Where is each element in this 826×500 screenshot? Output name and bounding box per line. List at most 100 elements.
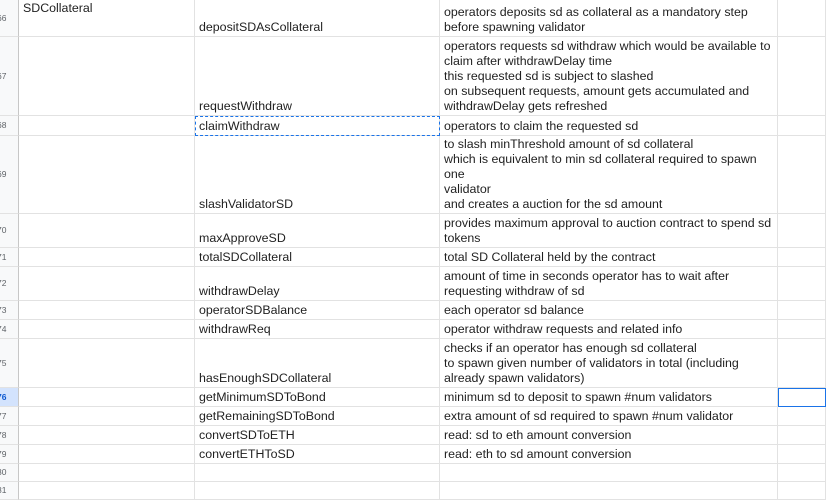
sheet-row: 66 SDCollateral depositSDAsCollateral opera… <box>0 0 826 37</box>
cell-col-b-text: maxApproveSD <box>199 231 286 245</box>
row-header[interactable]: 79 <box>0 445 19 464</box>
cell-col-a[interactable] <box>19 464 195 482</box>
row-header-text: 73 <box>0 304 7 315</box>
cell-col-d[interactable] <box>778 482 826 500</box>
cell-col-b-text: depositSDAsCollateral <box>199 20 323 34</box>
cell-col-c[interactable]: operators deposits sd as collateral as a… <box>440 0 778 37</box>
cell-col-c[interactable]: callable only by respective validatorWit… <box>440 136 778 214</box>
row-header[interactable]: 80 <box>0 464 19 482</box>
cell-col-c-text: amount of time in seconds operator has t… <box>444 269 730 298</box>
cell-col-c[interactable] <box>440 482 778 500</box>
cell-col-a[interactable] <box>19 320 195 339</box>
sheet-row: 70 maxApproveSD provides maximum approval … <box>0 214 826 248</box>
cell-col-d[interactable] <box>778 407 826 426</box>
sheet-row: 69 slashValidatorSD callable only by respe… <box>0 136 826 214</box>
cell-col-b[interactable]: getRemainingSDToBond <box>195 407 440 426</box>
cell-col-d[interactable] <box>778 320 826 339</box>
cell-col-b[interactable]: maxApproveSD <box>195 214 440 248</box>
row-header[interactable]: 72 <box>0 267 19 301</box>
cell-col-b[interactable]: convertSDToETH <box>195 426 440 445</box>
row-header[interactable]: 75 <box>0 339 19 388</box>
cell-col-c[interactable]: operators requests sd withdraw which wou… <box>440 37 778 116</box>
row-header[interactable]: 81 <box>0 482 19 500</box>
cell-col-c[interactable]: total SD Collateral held by the contract <box>440 248 778 267</box>
cell-col-a[interactable] <box>19 116 195 136</box>
cell-col-b-text: slashValidatorSD <box>199 197 294 211</box>
sheet-row: 68 claimWithdraw operators to claim the re… <box>0 116 826 136</box>
row-header[interactable]: 67 <box>0 37 19 116</box>
cell-col-c[interactable]: read: eth to sd amount conversion <box>440 445 778 464</box>
cell-col-c[interactable]: extra amount of sd required to spawn #nu… <box>440 407 778 426</box>
cell-col-c[interactable] <box>440 464 778 482</box>
cell-col-b-text: getRemainingSDToBond <box>199 409 335 423</box>
cell-col-a[interactable] <box>19 482 195 500</box>
cell-col-d[interactable] <box>778 426 826 445</box>
cell-col-d[interactable] <box>778 248 826 267</box>
cell-col-a[interactable] <box>19 301 195 320</box>
cell-col-d[interactable] <box>778 339 826 388</box>
cell-col-a[interactable] <box>19 267 195 301</box>
cell-col-b[interactable]: operatorSDBalance <box>195 301 440 320</box>
cell-col-b[interactable]: hasEnoughSDCollateral <box>195 339 440 388</box>
cell-col-a[interactable] <box>19 445 195 464</box>
cell-col-d[interactable] <box>778 464 826 482</box>
cell-col-d[interactable] <box>778 301 826 320</box>
row-header[interactable]: 66 <box>0 0 19 37</box>
cell-col-d[interactable] <box>778 388 826 407</box>
cell-col-c[interactable]: amount of time in seconds operator has t… <box>440 267 778 301</box>
cell-col-c-text: operators to claim the requested sd <box>444 119 639 133</box>
row-header[interactable]: 70 <box>0 214 19 248</box>
cell-col-b[interactable]: withdrawDelay <box>195 267 440 301</box>
cell-col-d[interactable] <box>778 0 826 37</box>
cell-col-a[interactable] <box>19 136 195 214</box>
row-header[interactable]: 78 <box>0 426 19 445</box>
cell-col-d[interactable] <box>778 136 826 214</box>
cell-col-a[interactable] <box>19 426 195 445</box>
cell-col-d[interactable] <box>778 116 826 136</box>
cell-col-d[interactable] <box>778 37 826 116</box>
cell-col-c[interactable]: provides maximum approval to auction con… <box>440 214 778 248</box>
cell-col-b[interactable] <box>195 464 440 482</box>
cell-col-a[interactable] <box>19 407 195 426</box>
cell-col-c[interactable]: each operator sd balance <box>440 301 778 320</box>
row-header[interactable]: 73 <box>0 301 19 320</box>
cell-col-a[interactable] <box>19 339 195 388</box>
sheet-row: 71 totalSDCollateral total SD Collateral h… <box>0 248 826 267</box>
row-header[interactable]: 71 <box>0 248 19 267</box>
cell-col-b[interactable]: depositSDAsCollateral <box>195 0 440 37</box>
cell-col-b-text: operatorSDBalance <box>199 303 308 317</box>
cell-col-a[interactable]: SDCollateral <box>19 0 195 37</box>
cell-col-a[interactable] <box>19 248 195 267</box>
cell-col-c[interactable]: operator withdraw requests and related i… <box>440 320 778 339</box>
cell-col-c[interactable]: operators to claim the requested sd <box>440 116 778 136</box>
cell-col-b[interactable]: requestWithdraw <box>195 37 440 116</box>
cell-col-b[interactable]: slashValidatorSD <box>195 136 440 214</box>
cell-col-c-text: total SD Collateral held by the contract <box>444 250 656 264</box>
cell-col-d[interactable] <box>778 267 826 301</box>
row-header[interactable]: 77 <box>0 407 19 426</box>
cell-col-a[interactable] <box>19 214 195 248</box>
cell-col-b[interactable] <box>195 482 440 500</box>
row-header[interactable]: 74 <box>0 320 19 339</box>
cell-col-c[interactable]: minimum sd to deposit to spawn #num vali… <box>440 388 778 407</box>
cell-col-a-text: SDCollateral <box>23 1 93 15</box>
sheet-row: 73 operatorSDBalance each operator sd bala… <box>0 301 826 320</box>
row-header[interactable]: 69 <box>0 136 19 214</box>
cell-col-b[interactable]: getMinimumSDToBond <box>195 388 440 407</box>
cell-col-b[interactable]: convertETHToSD <box>195 445 440 464</box>
cell-col-b[interactable]: claimWithdraw <box>195 116 440 136</box>
row-header-text: 71 <box>0 251 7 262</box>
cell-col-b-text: withdrawDelay <box>199 284 280 298</box>
cell-col-c[interactable]: checks if an operator has enough sd coll… <box>440 339 778 388</box>
row-header-text: 72 <box>0 278 7 288</box>
cell-col-b[interactable]: totalSDCollateral <box>195 248 440 267</box>
cell-col-a[interactable] <box>19 388 195 407</box>
cell-col-d[interactable] <box>778 214 826 248</box>
cell-col-c[interactable]: read: sd to eth amount conversion <box>440 426 778 445</box>
cell-col-d[interactable] <box>778 445 826 464</box>
row-header[interactable]: 68 <box>0 116 19 136</box>
cell-col-a[interactable] <box>19 37 195 116</box>
cell-col-b[interactable]: withdrawReq <box>195 320 440 339</box>
cell-col-c-text: callable only by respective validatorWit… <box>444 137 757 211</box>
row-header[interactable]: 76 <box>0 388 19 407</box>
